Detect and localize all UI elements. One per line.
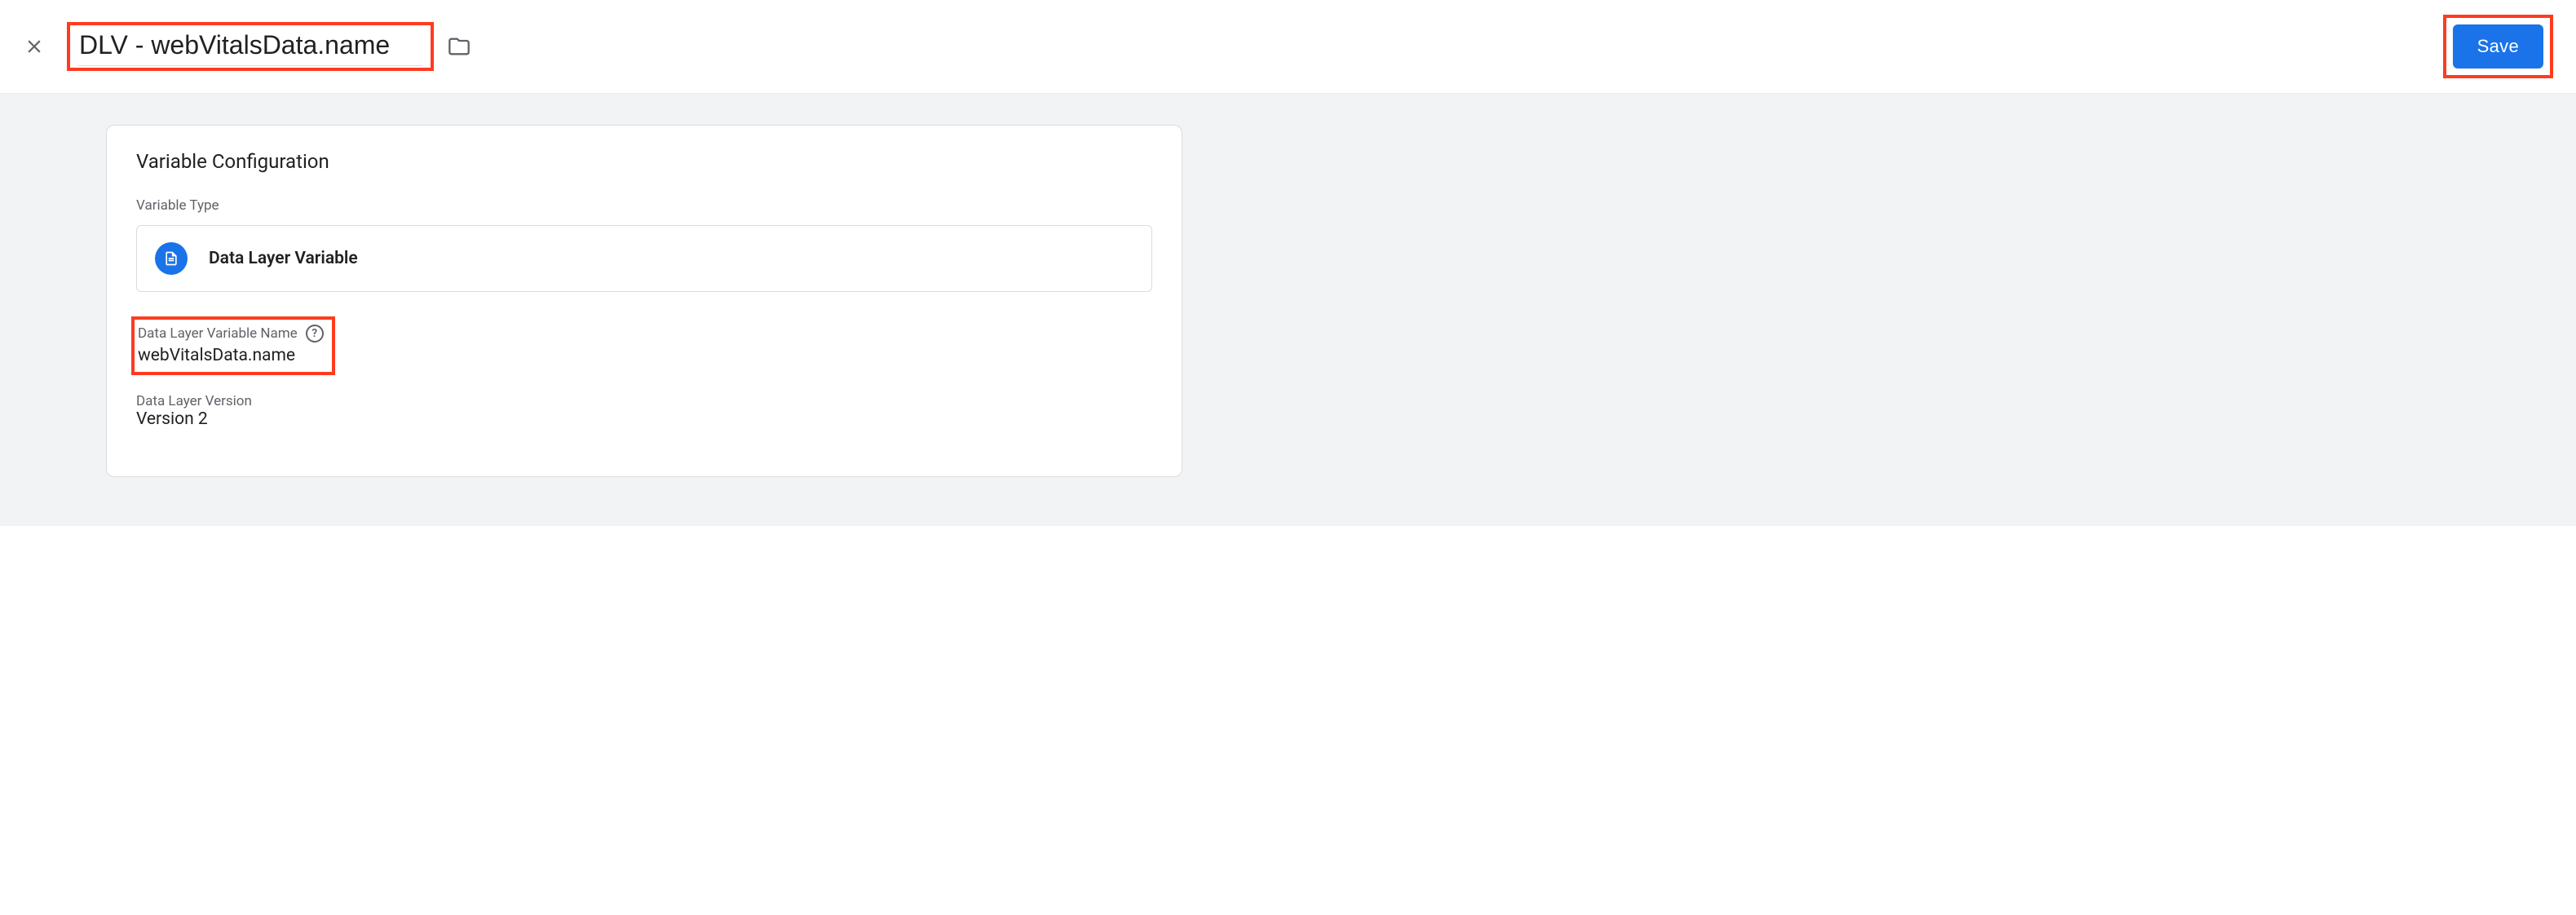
close-button[interactable] — [16, 29, 52, 64]
dlv-version-block: Data Layer Version Version 2 — [136, 393, 1152, 429]
file-icon — [163, 250, 179, 267]
dlv-version-label: Data Layer Version — [136, 393, 1152, 409]
editor-topbar: Save — [0, 0, 2576, 94]
variable-type-value: Data Layer Variable — [209, 249, 358, 268]
dlv-name-label: Data Layer Variable Name — [138, 325, 298, 342]
editor-body: Variable Configuration Variable Type Dat… — [0, 94, 2576, 526]
title-highlight-box — [67, 22, 434, 71]
dlv-name-label-row: Data Layer Variable Name ? — [138, 325, 324, 343]
dlv-version-value: Version 2 — [136, 409, 1152, 429]
variable-config-card: Variable Configuration Variable Type Dat… — [106, 125, 1182, 477]
save-highlight-box: Save — [2443, 15, 2553, 78]
dlv-name-highlight-box: Data Layer Variable Name ? webVitalsData… — [131, 316, 335, 375]
close-icon — [24, 36, 45, 57]
variable-name-input[interactable] — [78, 29, 422, 66]
variable-type-label: Variable Type — [136, 197, 1152, 214]
title-group — [67, 22, 473, 71]
card-title: Variable Configuration — [136, 150, 1152, 173]
folder-icon — [448, 35, 471, 58]
folder-button[interactable] — [445, 33, 473, 60]
variable-type-selector[interactable]: Data Layer Variable — [136, 225, 1152, 292]
dlv-name-value: webVitalsData.name — [138, 346, 324, 365]
variable-type-icon-wrap — [155, 242, 188, 275]
help-icon[interactable]: ? — [306, 325, 324, 343]
save-button[interactable]: Save — [2453, 24, 2543, 69]
